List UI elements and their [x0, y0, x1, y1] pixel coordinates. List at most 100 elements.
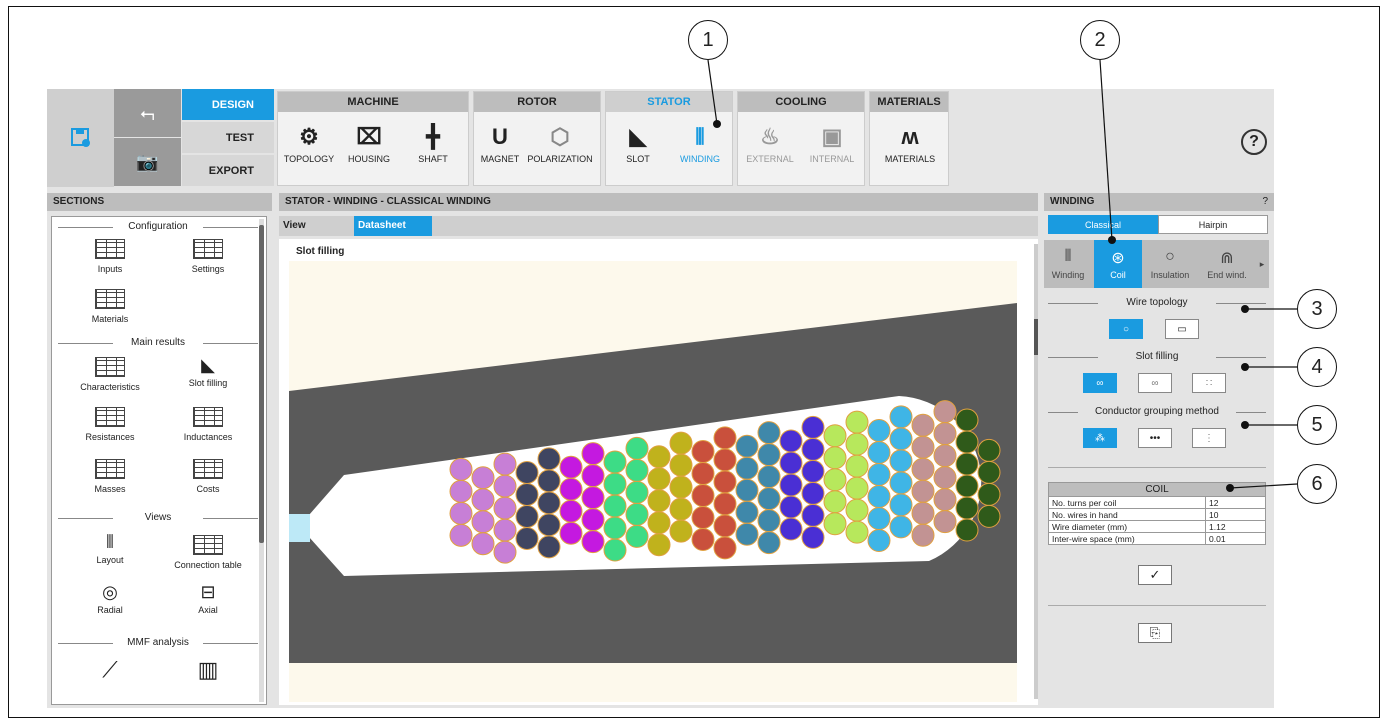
section-inductances[interactable]: Inductances — [160, 407, 256, 442]
grouping-cluster-button[interactable]: ⁂ — [1083, 428, 1117, 448]
tab-datasheet[interactable]: Datasheet — [354, 216, 432, 236]
section-masses[interactable]: Masses — [62, 459, 158, 494]
conductor-circle — [779, 517, 803, 541]
tool-shaft[interactable]: ╋ SHAFT — [406, 120, 460, 164]
section-label: Settings — [191, 264, 225, 274]
conductor-circle — [823, 512, 847, 536]
tool-slot[interactable]: ◣ SLOT — [612, 120, 664, 164]
filling-mode-2-button[interactable]: ∞ — [1138, 373, 1172, 393]
conductor-circle — [691, 528, 715, 552]
inter-wire-space-input[interactable]: 0.01 — [1205, 532, 1266, 545]
wire-round-button[interactable]: ○ — [1109, 319, 1143, 339]
tab-classical[interactable]: Classical — [1048, 215, 1158, 234]
conductor-circle — [625, 458, 649, 482]
table-icon — [193, 407, 223, 427]
wire-diameter-input[interactable]: 1.12 — [1205, 520, 1266, 533]
conductor-circle — [757, 421, 781, 445]
help-button[interactable]: ? — [1241, 129, 1267, 155]
subtab-end-winding[interactable]: ⋒ End wind. — [1200, 240, 1254, 288]
subtab-winding[interactable]: ⦀ Winding — [1044, 240, 1092, 288]
conductor-circle — [713, 492, 737, 516]
section-costs[interactable]: Costs — [160, 459, 256, 494]
filling-mode-1-button[interactable]: ∞ — [1083, 373, 1117, 393]
conductor-circle — [933, 488, 957, 512]
section-connection-table[interactable]: Connection table — [160, 535, 256, 570]
callout-4-pointer — [1241, 363, 1249, 371]
sections-group-views: Views — [58, 512, 258, 523]
magnet-icon: U — [492, 124, 508, 149]
conductor-circle — [867, 441, 891, 465]
tool-polarization[interactable]: ⬡ POLARIZATION — [522, 120, 598, 164]
tool-external[interactable]: ♨ EXTERNAL — [742, 120, 798, 164]
conductor-circle — [911, 413, 935, 437]
mode-export[interactable]: EXPORT — [182, 155, 274, 186]
tool-housing[interactable]: ⌧ HOUSING — [342, 120, 396, 164]
conductor-circle — [581, 442, 605, 466]
center-scroll-thumb[interactable] — [1034, 319, 1038, 355]
section-slot-filling[interactable]: ◣ Slot filling — [160, 353, 256, 388]
callout-4: 4 — [1297, 347, 1337, 387]
section-axial[interactable]: ⊟ Axial — [160, 580, 256, 615]
winding-icon: ⦀ — [695, 124, 705, 149]
section-characteristics[interactable]: Characteristics — [62, 357, 158, 392]
save-button[interactable] — [47, 89, 114, 187]
tool-topology[interactable]: ⚙ TOPOLOGY — [282, 120, 336, 164]
conductor-circle — [647, 533, 671, 557]
undo-button[interactable]: ⮢ — [114, 89, 181, 137]
tool-label: POLARIZATION — [527, 154, 593, 164]
section-mmf-line[interactable]: ⟋ — [62, 657, 158, 682]
section-layout[interactable]: ⦀ Layout — [62, 530, 158, 565]
sections-scroll-thumb[interactable] — [259, 225, 264, 543]
table-icon — [95, 407, 125, 427]
slot-filling-view: Slot filling — [279, 239, 1038, 705]
subtab-insulation[interactable]: ○ Insulation — [1142, 240, 1198, 288]
tool-internal[interactable]: ▣ INTERNAL — [804, 120, 860, 164]
subtab-next[interactable]: ▸ — [1256, 240, 1268, 288]
section-radial[interactable]: ◎ Radial — [62, 580, 158, 615]
export-button[interactable]: ⎘ — [1138, 623, 1172, 643]
conductor-circle — [823, 446, 847, 470]
mode-design[interactable]: DESIGN — [182, 89, 274, 120]
section-resistances[interactable]: Resistances — [62, 407, 158, 442]
conductor-circle — [779, 429, 803, 453]
conductor-circle — [471, 466, 495, 490]
winding-help-button[interactable]: ? — [1262, 196, 1268, 207]
tool-materials[interactable]: ʍ MATERIALS — [878, 120, 942, 164]
wire-rectangular-button[interactable]: ▭ — [1165, 319, 1199, 339]
callout-6: 6 — [1297, 464, 1337, 504]
row-label: No. turns per coil — [1048, 496, 1206, 509]
wire-topology-title: Wire topology — [1048, 297, 1266, 308]
conductor-circle — [691, 440, 715, 464]
conductor-circle — [515, 461, 539, 485]
conductor-circle — [955, 430, 979, 454]
grouping-column-button[interactable]: ⋮ — [1192, 428, 1226, 448]
mode-test[interactable]: TEST — [182, 122, 274, 153]
tab-hairpin[interactable]: Hairpin — [1158, 215, 1268, 234]
end-winding-icon: ⋒ — [1220, 250, 1234, 267]
conductor-circle — [889, 471, 913, 495]
conductor-circle — [493, 540, 517, 564]
section-inputs[interactable]: Inputs — [62, 239, 158, 274]
section-mmf-bars[interactable]: ▥ — [160, 657, 256, 682]
section-materials[interactable]: Materials — [62, 289, 158, 324]
coil-icon: ⊛ — [1111, 250, 1125, 267]
conductor-circle — [493, 452, 517, 476]
conductor-circle — [735, 522, 759, 546]
sections-group-mmf: MMF analysis — [58, 637, 258, 648]
table-row: Wire diameter (mm) 1.12 — [1048, 520, 1266, 533]
callout-3-pointer — [1241, 305, 1249, 313]
divider — [1048, 605, 1266, 606]
screenshot-button[interactable]: 📷 — [114, 138, 181, 186]
subtab-coil[interactable]: ⊛ Coil — [1094, 240, 1142, 288]
wires-in-hand-input[interactable]: 10 — [1205, 508, 1266, 521]
tool-magnet[interactable]: U MAGNET — [478, 120, 522, 164]
validate-button[interactable]: ✓ — [1138, 565, 1172, 585]
tab-view[interactable]: View — [279, 216, 354, 236]
section-settings[interactable]: Settings — [160, 239, 256, 274]
center-scrollbar[interactable] — [1034, 244, 1038, 699]
row-label: Inter-wire space (mm) — [1048, 532, 1206, 545]
grouping-row-button[interactable]: ••• — [1138, 428, 1172, 448]
filling-mode-3-button[interactable]: ∷ — [1192, 373, 1226, 393]
table-icon — [193, 239, 223, 259]
turns-per-coil-input[interactable]: 12 — [1205, 496, 1266, 509]
